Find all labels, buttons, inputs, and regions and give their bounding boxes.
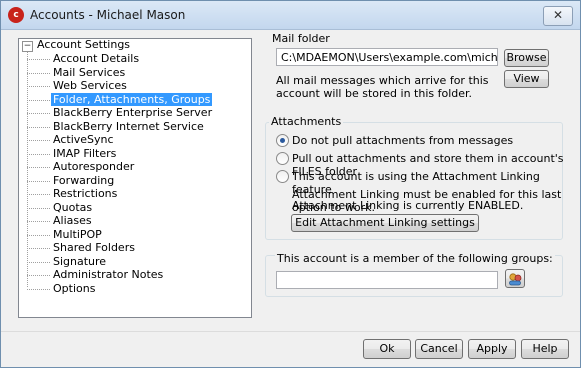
- title-bar[interactable]: c Accounts - Michael Mason ✕: [1, 1, 580, 30]
- radio-attachment-linking[interactable]: [276, 170, 289, 183]
- mail-folder-title: Mail folder: [272, 32, 330, 45]
- radio-do-not-pull[interactable]: [276, 134, 289, 147]
- tree-connector: [27, 180, 50, 182]
- edit-attachment-linking-button[interactable]: Edit Attachment Linking settings: [291, 214, 479, 232]
- view-button[interactable]: View: [504, 70, 549, 88]
- tree-connector: [27, 194, 50, 195]
- tree-connector: [27, 153, 50, 155]
- tree-connector: [27, 288, 50, 290]
- tree-item-label[interactable]: Signature: [51, 255, 108, 268]
- tree-item-label[interactable]: BlackBerry Enterprise Server: [51, 106, 214, 119]
- attachment-linking-note-2: Attachment Linking is currently ENABLED.: [292, 199, 524, 212]
- tree-item-label[interactable]: Web Services: [51, 79, 129, 92]
- tree-item-label[interactable]: Options: [51, 282, 97, 295]
- tree-connector: [27, 248, 50, 249]
- attachments-title: Attachments: [269, 115, 344, 128]
- tree-connector: [27, 72, 50, 74]
- tree-root-account-settings[interactable]: Account Settings: [37, 38, 130, 51]
- tree-item-label[interactable]: Forwarding: [51, 174, 116, 187]
- tree-connector: [27, 59, 50, 60]
- tree-connector: [27, 140, 50, 141]
- mail-folder-description: All mail messages which arrive for this …: [276, 74, 489, 100]
- tree-connector: [27, 234, 50, 236]
- tree-connector: [27, 86, 50, 87]
- browse-button[interactable]: Browse: [504, 49, 549, 67]
- tree-connector: [27, 207, 50, 209]
- tree-connector: [27, 126, 50, 128]
- tree-item-label[interactable]: Shared Folders: [51, 241, 137, 254]
- apply-button[interactable]: Apply: [468, 339, 516, 359]
- help-button[interactable]: Help: [521, 339, 569, 359]
- groups-icon[interactable]: [505, 269, 525, 288]
- tree-item-label[interactable]: Aliases: [51, 214, 94, 227]
- close-button[interactable]: ✕: [543, 6, 573, 26]
- tree-connector: [27, 261, 50, 263]
- tree-item-label[interactable]: Account Details: [51, 52, 141, 65]
- tree-item-label[interactable]: ActiveSync: [51, 133, 116, 146]
- tree-item-label[interactable]: Folder, Attachments, Groups: [51, 92, 213, 106]
- ok-button[interactable]: Ok: [363, 339, 411, 359]
- tree-item-label[interactable]: Administrator Notes: [51, 268, 165, 281]
- tree-item-label[interactable]: Restrictions: [51, 187, 119, 200]
- tree-connector: [27, 113, 50, 114]
- accounts-window: c Accounts - Michael Mason ✕ − Account S…: [0, 0, 581, 368]
- tree-item-label[interactable]: IMAP Filters: [51, 147, 118, 160]
- tree-item-label[interactable]: BlackBerry Internet Service: [51, 120, 206, 133]
- tree-connector: [27, 275, 50, 276]
- mail-folder-path-input[interactable]: C:\MDAEMON\Users\example.com\michael.mas…: [276, 48, 498, 66]
- collapse-icon[interactable]: −: [22, 41, 33, 52]
- tree-connector: [27, 167, 50, 168]
- tree-connector: [27, 221, 50, 222]
- groups-label: This account is a member of the followin…: [275, 252, 555, 265]
- tree-item-label[interactable]: Autoresponder: [51, 160, 136, 173]
- cancel-button[interactable]: Cancel: [415, 339, 463, 359]
- radio-pull-out[interactable]: [276, 152, 289, 165]
- tree-connector: [27, 99, 50, 101]
- groups-input[interactable]: [276, 271, 498, 289]
- tree-item-label[interactable]: Quotas: [51, 201, 94, 214]
- tree-item-label[interactable]: MultiPOP: [51, 228, 104, 241]
- window-title: Accounts - Michael Mason: [30, 8, 186, 22]
- tree-item-label[interactable]: Mail Services: [51, 66, 127, 79]
- app-icon: c: [8, 7, 24, 23]
- footer-separator: [1, 331, 580, 332]
- option-do-not-pull-label[interactable]: Do not pull attachments from messages: [292, 134, 513, 147]
